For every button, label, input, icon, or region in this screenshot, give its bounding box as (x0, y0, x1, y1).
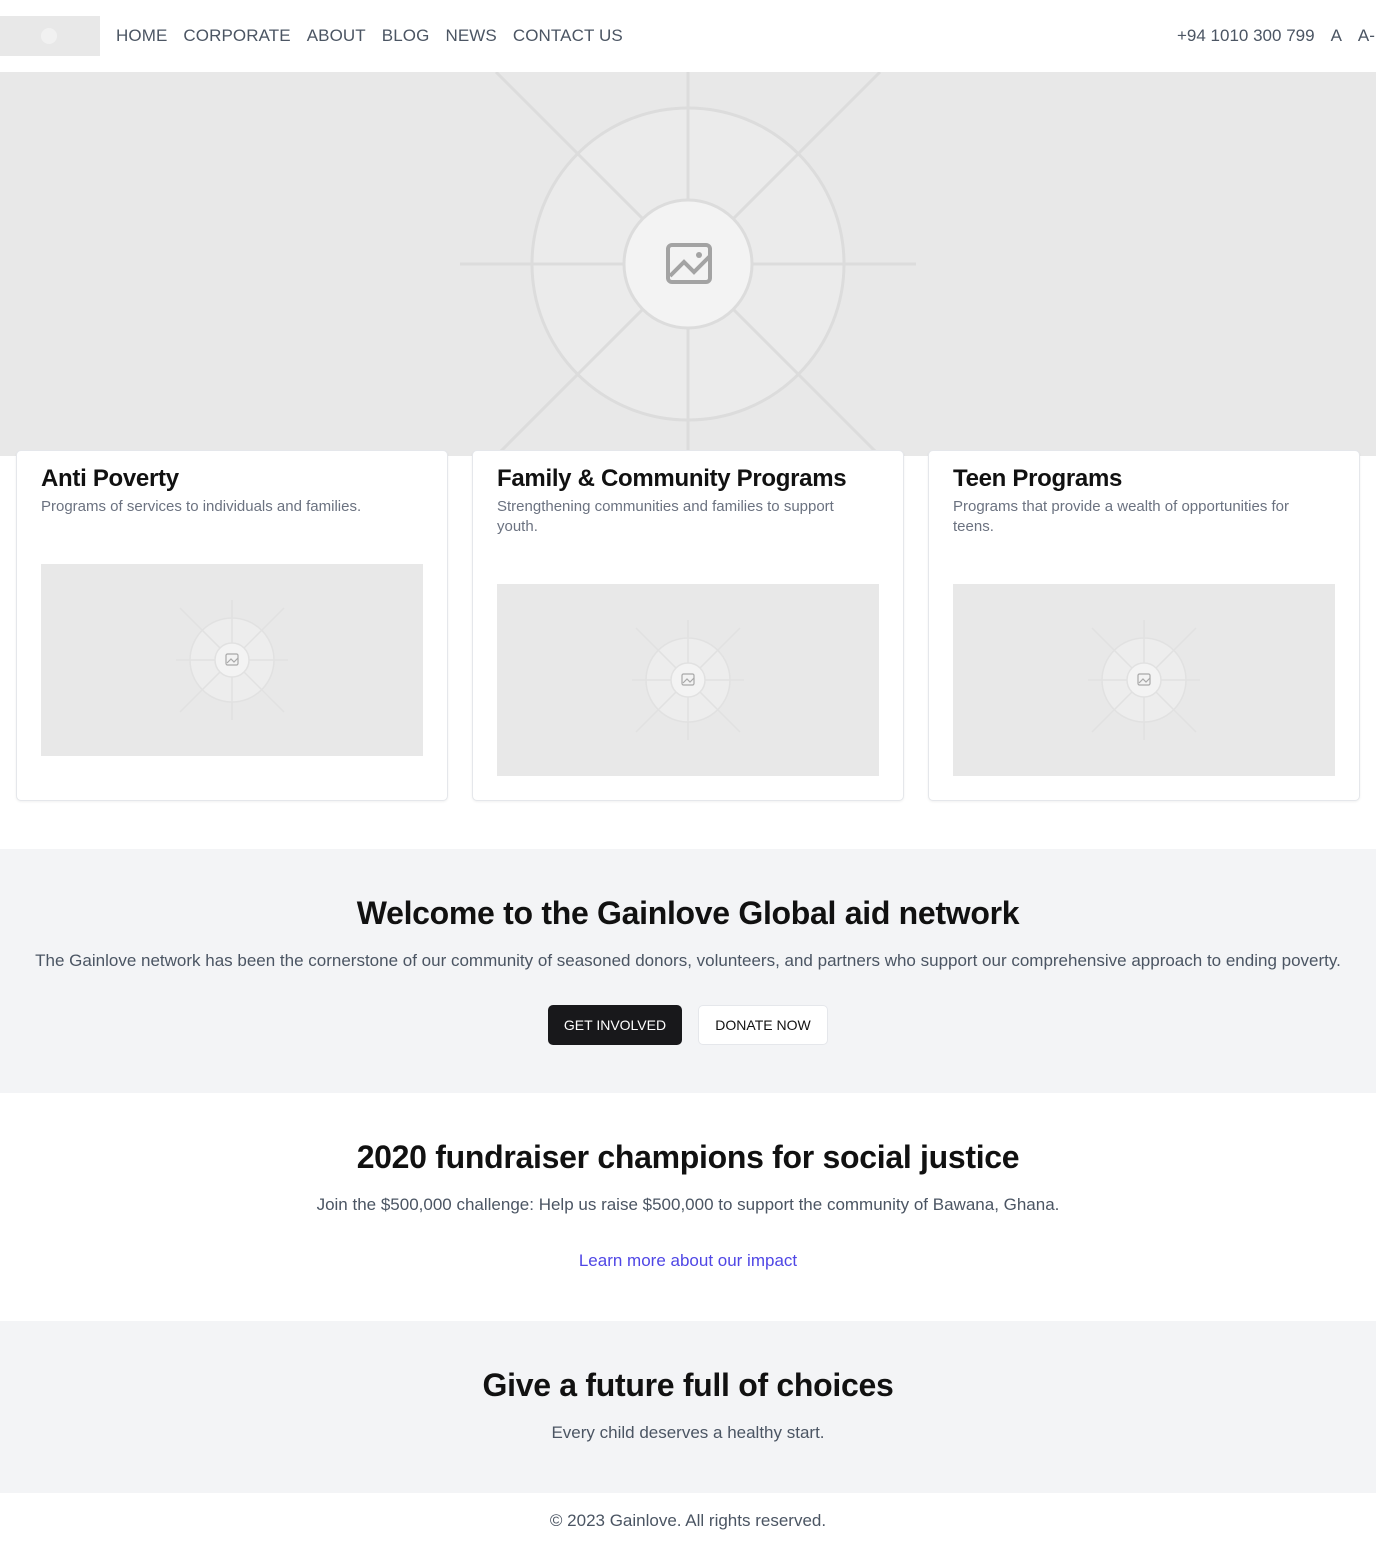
donate-now-button[interactable]: DONATE NOW (698, 1005, 828, 1045)
site-header: HOME CORPORATE ABOUT BLOG NEWS CONTACT U… (0, 0, 1376, 72)
nav-about[interactable]: ABOUT (307, 24, 366, 48)
program-card-anti-poverty[interactable]: Anti Poverty Programs of services to ind… (16, 450, 448, 801)
nav-news[interactable]: NEWS (445, 24, 496, 48)
card-title: Anti Poverty (41, 465, 179, 492)
copyright-text: © 2023 Gainlove. All rights reserved. (549, 1511, 827, 1530)
image-placeholder-icon (666, 243, 712, 284)
image-placeholder-icon (176, 600, 288, 720)
program-card-teen[interactable]: Teen Programs Programs that provide a we… (928, 450, 1360, 801)
future-heading: Give a future full of choices (482, 1367, 894, 1403)
nav-home[interactable]: HOME (116, 24, 167, 48)
fundraiser-text: Join the $500,000 challenge: Help us rai… (316, 1195, 1060, 1214)
learn-more-link[interactable]: Learn more about our impact (0, 1251, 1376, 1271)
logo-mark (41, 28, 57, 44)
header-utilities: +94 1010 300 799 A A- (1177, 24, 1375, 48)
image-placeholder-icon (1088, 620, 1200, 740)
font-size-decrease-button[interactable]: A- (1358, 24, 1375, 48)
future-section: Give a future full of choices Every chil… (0, 1321, 1376, 1493)
phone-number[interactable]: +94 1010 300 799 (1177, 24, 1315, 48)
main-nav: HOME CORPORATE ABOUT BLOG NEWS CONTACT U… (116, 24, 623, 48)
card-description: Programs of services to individuals and … (41, 498, 362, 515)
site-logo[interactable] (0, 16, 100, 56)
fundraiser-heading: 2020 fundraiser champions for social jus… (356, 1139, 1020, 1175)
card-image (41, 564, 423, 756)
card-title: Teen Programs (953, 465, 1123, 492)
card-image (953, 584, 1335, 776)
font-size-increase-button[interactable]: A (1331, 24, 1342, 48)
nav-contact-us[interactable]: CONTACT US (513, 24, 623, 48)
card-image (497, 584, 879, 776)
welcome-heading: Welcome to the Gainlove Global aid netwo… (356, 895, 1020, 931)
welcome-text: The Gainlove network has been the corner… (35, 951, 1341, 970)
card-description: Strengthening communities and families t… (497, 498, 834, 535)
site-footer: © 2023 Gainlove. All rights reserved. (0, 1493, 1376, 1549)
card-description: Programs that provide a wealth of opport… (953, 498, 1290, 535)
fundraiser-section: 2020 fundraiser champions for social jus… (0, 1093, 1376, 1321)
program-card-family-community[interactable]: Family & Community Programs Strengthenin… (472, 450, 904, 801)
nav-blog[interactable]: BLOG (382, 24, 430, 48)
future-text: Every child deserves a healthy start. (551, 1423, 825, 1442)
card-title: Family & Community Programs (497, 465, 847, 492)
welcome-section: Welcome to the Gainlove Global aid netwo… (0, 849, 1376, 1093)
image-placeholder-icon (632, 620, 744, 740)
get-involved-button[interactable]: GET INVOLVED (548, 1005, 682, 1045)
nav-corporate[interactable]: CORPORATE (183, 24, 290, 48)
hero-image (0, 72, 1376, 456)
